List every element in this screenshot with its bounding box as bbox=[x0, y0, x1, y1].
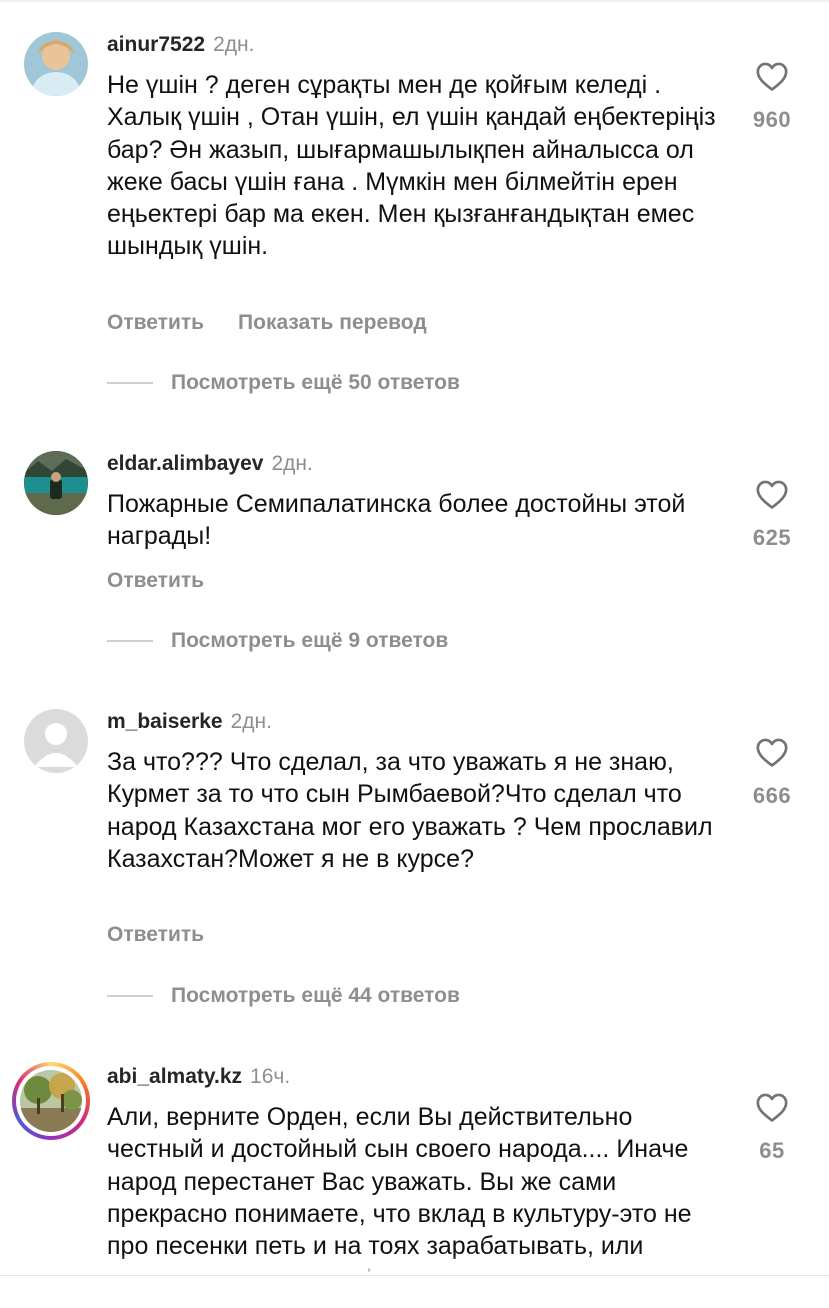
like-count: 65 bbox=[759, 1138, 785, 1163]
like-count: 666 bbox=[752, 783, 792, 808]
comment-text: За что??? Что сделал, за что уважать я н… bbox=[107, 748, 713, 873]
reply-button[interactable]: Ответить bbox=[107, 311, 204, 334]
top-divider bbox=[0, 0, 829, 2]
view-replies-label: Посмотреть ещё 44 ответов bbox=[171, 984, 460, 1007]
comment-item: abi_almaty.kz 16ч. Али, верните Орден, ес… bbox=[0, 1032, 829, 1272]
username[interactable]: m_baiserke bbox=[107, 710, 223, 733]
replies-divider bbox=[107, 640, 153, 642]
like-control: 960 bbox=[740, 60, 804, 133]
timestamp: 2дн. bbox=[230, 710, 272, 733]
view-replies-button[interactable]: Посмотреть ещё 44 ответов bbox=[107, 984, 460, 1008]
heart-outline-icon[interactable] bbox=[755, 60, 789, 92]
replies-divider bbox=[107, 382, 153, 384]
default-avatar-icon[interactable] bbox=[24, 709, 88, 773]
comment-meta: m_baiserke 2дн. bbox=[107, 709, 272, 735]
like-control: 666 bbox=[740, 736, 804, 809]
comment-text: Али, верните Орден, если Вы действительн… bbox=[107, 1103, 692, 1272]
reply-button[interactable]: Ответить bbox=[107, 569, 204, 592]
comment-meta: eldar.alimbayev 2дн. bbox=[107, 451, 313, 477]
bottom-bar bbox=[0, 1275, 829, 1308]
username[interactable]: abi_almaty.kz bbox=[107, 1065, 242, 1088]
like-count: 625 bbox=[752, 525, 792, 550]
timestamp: 2дн. bbox=[271, 452, 313, 475]
heart-outline-icon[interactable] bbox=[755, 1091, 789, 1123]
view-replies-button[interactable]: Посмотреть ещё 9 ответов bbox=[107, 629, 448, 653]
comment-actions: Ответить bbox=[107, 923, 238, 947]
like-control: 625 bbox=[740, 478, 804, 551]
like-control: 65 bbox=[740, 1091, 804, 1164]
comment-meta: ainur7522 2дн. bbox=[107, 32, 254, 58]
heart-outline-icon[interactable] bbox=[755, 736, 789, 768]
comment-text: Пожарные Семипалатинска более достойны э… bbox=[107, 490, 686, 551]
show-translation-button[interactable]: Показать перевод bbox=[238, 311, 427, 334]
user-avatar[interactable] bbox=[24, 451, 88, 515]
comment-actions: Ответить Показать перевод bbox=[107, 311, 461, 335]
username[interactable]: eldar.alimbayev bbox=[107, 452, 263, 475]
view-replies-label: Посмотреть ещё 9 ответов bbox=[171, 629, 449, 652]
scroll-fade bbox=[0, 1255, 829, 1275]
heart-outline-icon[interactable] bbox=[755, 478, 789, 510]
reply-button[interactable]: Ответить bbox=[107, 923, 204, 946]
comment-text: Не үшін ? деген сұрақты мен де қойғым ке… bbox=[107, 71, 716, 261]
replies-divider bbox=[107, 995, 153, 997]
comment-meta: abi_almaty.kz 16ч. bbox=[107, 1064, 290, 1090]
user-avatar-story-ring[interactable] bbox=[12, 1062, 90, 1140]
like-count: 960 bbox=[752, 107, 792, 132]
timestamp: 2дн. bbox=[213, 33, 255, 56]
username[interactable]: ainur7522 bbox=[107, 33, 205, 56]
view-replies-label: Посмотреть ещё 50 ответов bbox=[171, 371, 460, 394]
user-avatar[interactable] bbox=[24, 32, 88, 96]
timestamp: 16ч. bbox=[250, 1065, 291, 1088]
view-replies-button[interactable]: Посмотреть ещё 50 ответов bbox=[107, 371, 460, 395]
comment-actions: Ответить bbox=[107, 569, 238, 593]
